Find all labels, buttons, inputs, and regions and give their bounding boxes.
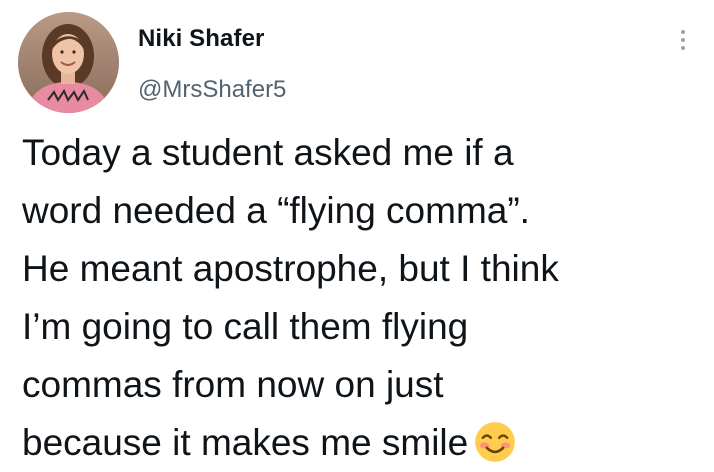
tweet-line: commas from now on just — [22, 364, 444, 405]
tweet-card: Niki Shafer @MrsShafer5 Today a student … — [0, 0, 714, 464]
avatar[interactable] — [18, 12, 119, 113]
tweet-line: word needed a “flying comma”. — [22, 190, 530, 231]
more-options-icon[interactable] — [678, 30, 688, 58]
smiling-face-emoji-icon — [475, 422, 516, 462]
tweet-line: He meant apostrophe, but I think — [22, 248, 559, 289]
author-handle[interactable]: @MrsShafer5 — [138, 76, 286, 104]
tweet-text: Today a student asked me if a word neede… — [22, 124, 702, 472]
profile-photo — [18, 12, 119, 113]
tweet-line: I’m going to call them flying — [22, 306, 469, 347]
author-name[interactable]: Niki Shafer — [138, 25, 264, 53]
tweet-line: Today a student asked me if a — [22, 132, 514, 173]
tweet-line: because it makes me smile — [22, 422, 469, 463]
tweet-line-last: because it makes me smile — [22, 414, 702, 472]
